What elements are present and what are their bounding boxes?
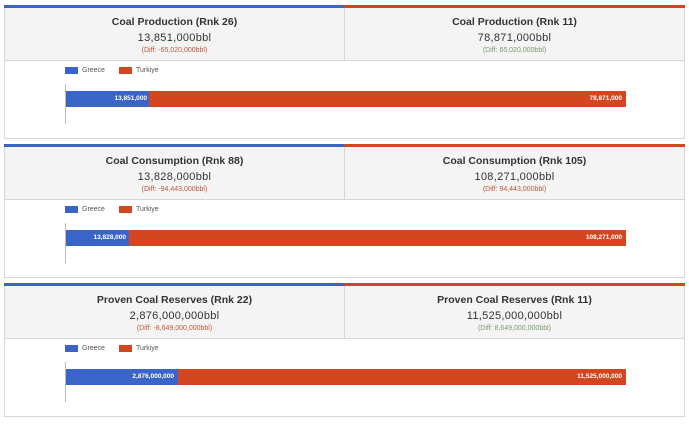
stat-diff: (Diff: 65,020,000bbl) [482, 47, 547, 54]
comparison-header: Proven Coal Reserves (Rnk 22) 2,876,000,… [4, 283, 685, 339]
stat-title: Proven Coal Reserves (Rnk 11) [437, 294, 592, 306]
legend-swatch-greece [65, 206, 78, 213]
legend-swatch-turkiye [118, 67, 132, 74]
stat-value: 2,876,000,000bbl [129, 310, 220, 322]
stat-title: Proven Coal Reserves (Rnk 22) [96, 294, 253, 306]
bar-chart: Greece Turkiye 13,851,000 78,871,000 [4, 61, 685, 139]
bar-label-greece: 13,851,000 [114, 95, 147, 102]
greece-stat-card: Coal Consumption (Rnk 88) 13,828,000bbl … [4, 144, 345, 200]
legend-label-greece: Greece [82, 206, 105, 213]
comparison-header: Coal Consumption (Rnk 88) 13,828,000bbl … [4, 144, 685, 200]
stat-title: Coal Production (Rnk 11) [452, 16, 577, 28]
chart-legend: Greece Turkiye [65, 206, 173, 213]
legend-label-turkiye: Turkiye [135, 206, 159, 213]
stat-diff: (Diff: -94,443,000bbl) [141, 186, 208, 193]
turkiye-accent-bar [344, 283, 685, 286]
coal-production-section: Coal Production (Rnk 26) 13,851,000bbl (… [4, 5, 685, 139]
legend-label-greece: Greece [82, 345, 105, 352]
stat-value: 108,271,000bbl [474, 171, 555, 183]
turkiye-stat-card: Proven Coal Reserves (Rnk 11) 11,525,000… [344, 283, 685, 339]
stat-diff: (Diff: 8,649,000,000bbl) [477, 325, 552, 332]
bar-chart: Greece Turkiye 13,828,000 108,271,000 [4, 200, 685, 278]
legend-swatch-greece [65, 67, 78, 74]
stat-value: 78,871,000bbl [477, 32, 552, 44]
bar-label-turkiye: 11,525,000,000 [577, 373, 622, 380]
legend-item-turkiye[interactable]: Turkiye [118, 206, 159, 213]
bar-chart: Greece Turkiye 2,876,000,000 11,525,000,… [4, 339, 685, 417]
legend-swatch-greece [65, 345, 78, 352]
legend-swatch-turkiye [118, 206, 132, 213]
stat-title: Coal Production (Rnk 26) [111, 16, 238, 28]
greece-accent-bar [4, 144, 345, 147]
greece-accent-bar [4, 5, 345, 8]
stat-diff: (Diff: -65,020,000bbl) [141, 47, 208, 54]
bar-label-turkiye: 108,271,000 [585, 234, 622, 241]
stat-value: 13,828,000bbl [137, 171, 212, 183]
legend-label-greece: Greece [82, 67, 105, 74]
stat-value: 11,525,000,000bbl [466, 310, 563, 322]
legend-label-turkiye: Turkiye [135, 67, 159, 74]
greece-accent-bar [4, 283, 345, 286]
bar-label-greece: 2,876,000,000 [132, 373, 174, 380]
bar-label-turkiye: 78,871,000 [589, 95, 622, 102]
turkiye-stat-card: Coal Consumption (Rnk 105) 108,271,000bb… [344, 144, 685, 200]
stat-value: 13,851,000bbl [137, 32, 212, 44]
stat-title: Coal Consumption (Rnk 88) [105, 155, 244, 167]
legend-item-greece[interactable]: Greece [65, 206, 105, 213]
bar-label-greece: 13,828,000 [93, 234, 126, 241]
legend-item-turkiye[interactable]: Turkiye [118, 67, 159, 74]
bar-turkiye[interactable] [178, 369, 626, 385]
turkiye-accent-bar [344, 144, 685, 147]
greece-stat-card: Coal Production (Rnk 26) 13,851,000bbl (… [4, 5, 345, 61]
turkiye-accent-bar [344, 5, 685, 8]
chart-legend: Greece Turkiye [65, 67, 173, 74]
greece-stat-card: Proven Coal Reserves (Rnk 22) 2,876,000,… [4, 283, 345, 339]
comparison-header: Coal Production (Rnk 26) 13,851,000bbl (… [4, 5, 685, 61]
legend-item-greece[interactable]: Greece [65, 67, 105, 74]
turkiye-stat-card: Coal Production (Rnk 11) 78,871,000bbl (… [344, 5, 685, 61]
stat-title: Coal Consumption (Rnk 105) [442, 155, 587, 167]
legend-label-turkiye: Turkiye [135, 345, 159, 352]
legend-item-turkiye[interactable]: Turkiye [118, 345, 159, 352]
stat-diff: (Diff: -8,649,000,000bbl) [136, 325, 213, 332]
bar-turkiye[interactable] [149, 91, 626, 107]
legend-item-greece[interactable]: Greece [65, 345, 105, 352]
chart-legend: Greece Turkiye [65, 345, 173, 352]
proven-coal-reserves-section: Proven Coal Reserves (Rnk 22) 2,876,000,… [4, 283, 685, 417]
legend-swatch-turkiye [118, 345, 132, 352]
coal-consumption-section: Coal Consumption (Rnk 88) 13,828,000bbl … [4, 144, 685, 278]
stat-diff: (Diff: 94,443,000bbl) [482, 186, 547, 193]
bar-turkiye[interactable] [129, 230, 626, 246]
